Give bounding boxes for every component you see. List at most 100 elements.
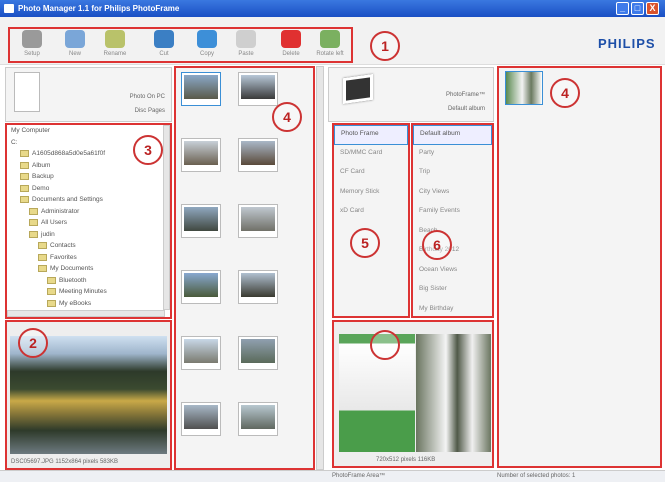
photo-thumbnail[interactable] <box>181 138 221 172</box>
annotation-circle-5: 5 <box>350 228 380 258</box>
tree-item-label: A1605d868a5d0e5a61f0f <box>32 150 106 158</box>
album-item[interactable]: Default album <box>413 125 492 145</box>
tree-item-label: Demo <box>32 184 50 192</box>
tree-item-label: Documents and Settings <box>32 196 103 204</box>
tree-item[interactable]: judin <box>11 230 166 243</box>
tree-item[interactable]: Contacts <box>11 242 166 254</box>
toolbar-button-label: Paste <box>238 51 254 57</box>
album-item[interactable]: Ocean Views <box>413 262 492 282</box>
philips-logo: PHILIPS <box>598 36 656 51</box>
tree-item[interactable]: Bluetooth <box>11 276 166 289</box>
album-item[interactable]: Big Sister <box>413 281 492 301</box>
source-item[interactable]: SD/MMC Card <box>334 145 408 165</box>
photo-thumbnail[interactable] <box>238 270 278 304</box>
tree-item-label: judin <box>41 230 55 238</box>
photo-thumbnail[interactable] <box>181 336 221 370</box>
tree-item-label: Meeting Minutes <box>59 288 107 296</box>
toolbar-button-paste[interactable]: Paste <box>228 30 264 57</box>
toolbar-button-copy[interactable]: Copy <box>189 30 225 57</box>
frame-header: PhotoFrame™ Default album <box>328 67 494 122</box>
folder-icon <box>20 196 29 203</box>
source-item[interactable]: Photo Frame <box>334 125 408 145</box>
photo-thumbnail[interactable] <box>238 204 278 238</box>
tree-item-label: Bluetooth <box>59 276 87 284</box>
status-left: PhotoFrame Area™ <box>332 473 386 479</box>
album-item[interactable]: My Birthday <box>413 301 492 317</box>
toolbar-button-cut[interactable]: Cut <box>146 30 182 57</box>
tree-item-label: Contacts <box>50 242 76 250</box>
status-right: Number of selected photos: 1 <box>497 473 576 479</box>
frame-thumbnail-grid[interactable] <box>497 66 662 468</box>
photoframe-icon <box>343 73 373 105</box>
cut-icon <box>154 30 174 48</box>
toolbar-button-setup[interactable]: Setup <box>14 30 50 57</box>
photo-thumbnail[interactable] <box>181 402 221 436</box>
album-item[interactable]: Family Events <box>413 203 492 223</box>
toolbar-button-label: Cut <box>159 51 169 57</box>
tree-item-label: My Documents <box>50 265 94 273</box>
toolbar-button-label: New <box>68 51 81 57</box>
tree-item-label: All Users <box>41 219 68 227</box>
thumbnail-scrollbar[interactable] <box>316 66 324 470</box>
tree-item[interactable]: All Users <box>11 219 166 231</box>
album-item[interactable]: Party <box>413 145 492 165</box>
annotation-circle-4-frame: 4 <box>550 78 580 108</box>
toolbar-button-rotate-left[interactable]: Rotate left <box>312 30 348 57</box>
annotation-circle-6: 6 <box>422 230 452 260</box>
frame-title: PhotoFrame™ <box>445 92 485 98</box>
toolbar-button-label: Copy <box>199 51 214 57</box>
folder-icon <box>47 299 56 307</box>
minimize-button[interactable]: _ <box>616 2 629 15</box>
tree-item-label: Backup <box>32 173 54 181</box>
tree-item[interactable]: Favorites <box>11 253 166 266</box>
tree-item[interactable]: Backup <box>11 173 166 185</box>
toolbar-button-new[interactable]: New <box>57 30 93 57</box>
annotation-circle-preview <box>370 330 400 360</box>
pc-preview-info: DSC05697.JPG 1152x864 pixels 583KB <box>11 459 118 465</box>
folder-icon <box>29 219 38 226</box>
tree-item[interactable]: Documents and Settings <box>11 196 166 208</box>
tree-item-label: Album <box>32 161 51 169</box>
photo-thumbnail[interactable] <box>238 336 278 370</box>
album-list: Default album Party Trip City Views Family E… <box>411 123 494 318</box>
album-item[interactable]: City Views <box>413 184 492 204</box>
source-list: Photo Frame SD/MMC Card CF Card Memory Stic… <box>332 123 410 318</box>
annotation-circle-1: 1 <box>370 31 400 61</box>
source-item[interactable]: Memory Stick <box>334 184 408 204</box>
pc-header: Photo On PC Disc Pages <box>5 67 172 122</box>
paste-icon <box>236 30 256 48</box>
toolbar-button-label: Delete <box>282 51 300 57</box>
tree-item-label: Favorites <box>50 253 77 261</box>
tree-item[interactable]: Administrator <box>11 207 166 220</box>
photo-thumbnail[interactable] <box>181 270 221 304</box>
photo-thumbnail[interactable] <box>181 72 221 106</box>
album-item[interactable]: Trip <box>413 164 492 184</box>
tree-hscrollbar[interactable] <box>7 310 165 317</box>
tree-item-label: C: <box>11 138 18 146</box>
photo-thumbnail[interactable] <box>238 402 278 436</box>
source-item[interactable]: CF Card <box>334 164 408 184</box>
window-title: Photo Manager 1.1 for Philips PhotoFrame <box>18 4 180 13</box>
app-icon <box>4 4 14 13</box>
photo-thumbnail[interactable] <box>238 72 278 106</box>
maximize-button[interactable]: □ <box>631 2 644 15</box>
tree-item[interactable]: My Documents <box>11 265 166 277</box>
photo-thumbnail[interactable] <box>238 138 278 172</box>
toolbar-button-label: Setup <box>24 51 40 57</box>
tree-item-label: Administrator <box>41 207 80 215</box>
close-button[interactable]: X <box>646 2 659 15</box>
toolbar-button-rename[interactable]: Rename <box>97 30 133 57</box>
tree-item[interactable]: Demo <box>11 184 166 197</box>
toolbar-button-delete[interactable]: Delete <box>273 30 309 57</box>
rename-icon <box>105 30 125 48</box>
tree-item[interactable]: Meeting Minutes <box>11 288 166 300</box>
frame-subtitle: Default album <box>447 106 485 112</box>
tree-vscrollbar[interactable] <box>163 125 170 310</box>
folder-icon <box>38 242 47 249</box>
photo-thumbnail[interactable] <box>181 204 221 238</box>
folder-icon <box>38 265 47 272</box>
frame-thumbnail[interactable] <box>505 71 543 105</box>
source-item[interactable]: xD Card <box>334 203 408 223</box>
tree-item-label: My eBooks <box>59 299 92 307</box>
rotate-icon <box>320 30 340 48</box>
